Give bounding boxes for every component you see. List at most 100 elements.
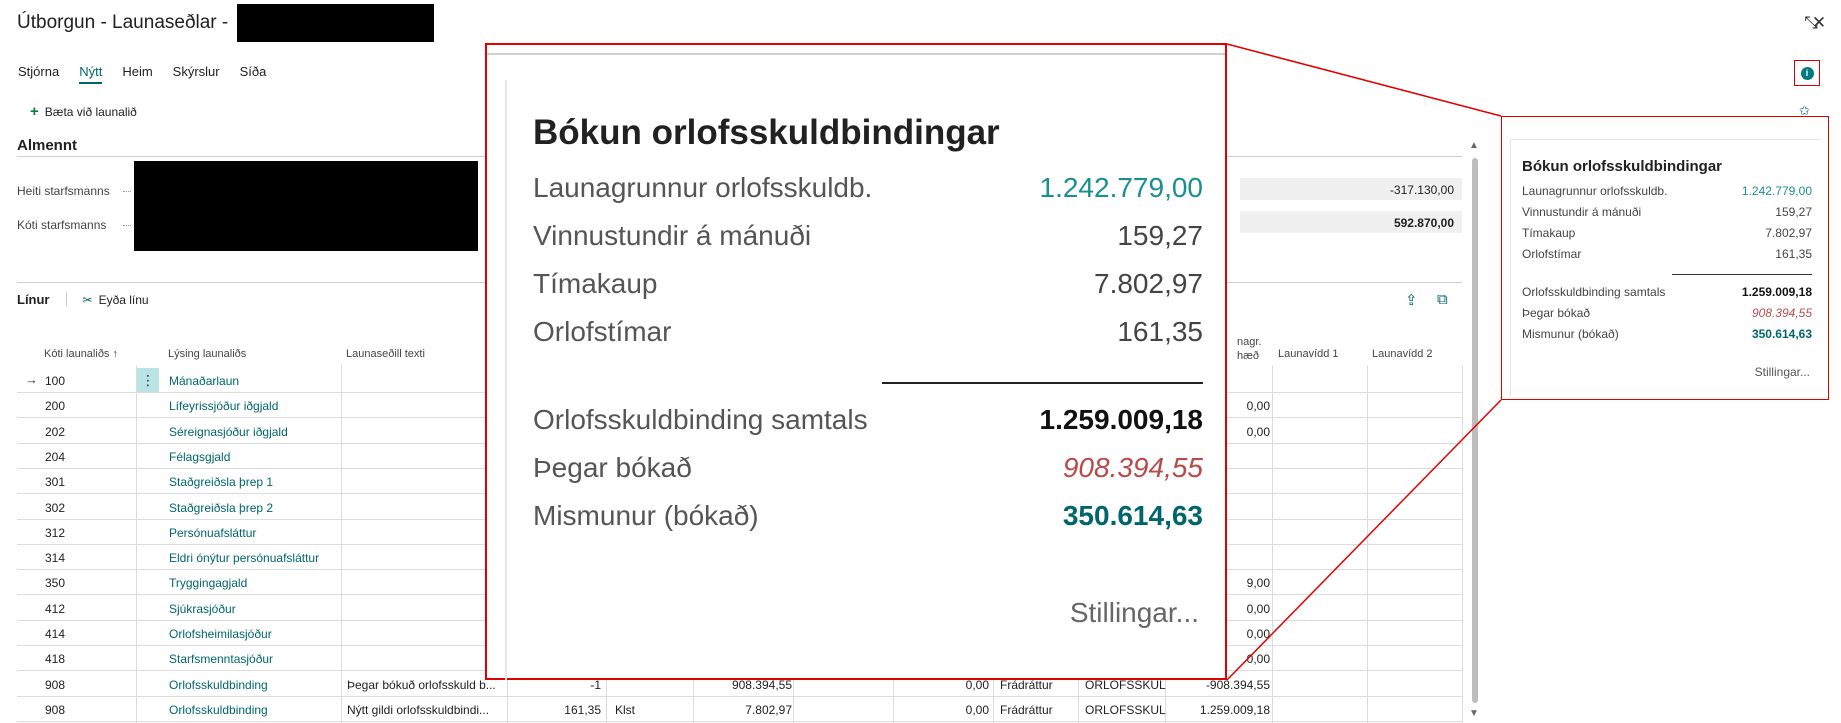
cell-code: 200 [45, 399, 66, 414]
fb-row-hours: Vinnustundir á mánuði 159,27 [1522, 205, 1812, 219]
delete-line-button[interactable]: ✂ Eyða línu [83, 293, 149, 307]
cell-c7: ORLOFSSKUL [1085, 702, 1166, 717]
factbox-card [1510, 139, 1820, 397]
cell-code: 302 [45, 500, 66, 515]
delete-row-icon: ✂ [82, 292, 93, 307]
delete-line-label: Eyða línu [98, 292, 149, 307]
amount-field-1: -317.130,00 [1240, 178, 1462, 200]
add-line-label: Bæta við launalið [44, 104, 137, 119]
zoom-callout: Bókun orlofsskuldbindingar Launagrunnur … [485, 43, 1227, 680]
fb-row-leave-hours: Orlofstímar 161,35 [1522, 247, 1812, 261]
zoom-row-leave-hours: Orlofstímar 161,35 [533, 316, 1203, 347]
redacted-fields [134, 161, 478, 251]
cell-code: 314 [45, 551, 66, 566]
info-icon: i [1800, 66, 1814, 80]
cell-c3: 7.802,97 [745, 702, 792, 717]
plus-icon: + [30, 103, 39, 120]
col-header-code[interactable]: Kóti launaliðs ↑ [44, 348, 118, 360]
zoom-row-base: Launagrunnur orlofsskuldb. 1.242.779,00 [533, 172, 1203, 203]
cell-desc[interactable]: Séreignasjóður iðgjald [169, 425, 354, 439]
field-leader [123, 225, 131, 226]
fb-row-base: Launagrunnur orlofsskuldb. 1.242.779,00 [1522, 184, 1812, 198]
add-line-button[interactable]: + Bæta við launalið [30, 103, 137, 120]
scroll-down-icon[interactable]: ▼ [1469, 708, 1479, 719]
cell-code: 204 [45, 449, 66, 464]
cell-c2: Klst [615, 702, 636, 717]
zoom-row-difference: Mismunur (bókað) 350.614,63 [533, 500, 1203, 531]
current-row-arrow-icon: → [25, 372, 38, 387]
cell-code: 414 [45, 627, 66, 641]
zoom-row-posted: Þegar bókað 908.394,55 [533, 452, 1203, 483]
expand-icon[interactable]: ⧉ [1437, 291, 1448, 308]
menu-item-nytt[interactable]: Nýtt [79, 64, 103, 84]
col-header-amount[interactable]: hæð [1237, 350, 1259, 362]
menu-item-sida[interactable]: Síða [240, 64, 267, 84]
cell-text: Nýtt gildi orlofsskuldbindi... [347, 702, 490, 717]
factbox-title: Bókun orlofsskuldbindingar [1522, 158, 1723, 175]
lines-title: Línur [17, 292, 67, 307]
fb-row-total: Orlofsskuldbinding samtals 1.259.009,18 [1522, 285, 1812, 299]
grid-line [1462, 365, 1463, 723]
cell-c8: 1.259.009,18 [1199, 702, 1270, 717]
callout-edge [487, 53, 1225, 55]
callout-edge [505, 80, 507, 680]
menu-item-stjorna[interactable]: Stjórna [18, 64, 59, 84]
vertical-scrollbar[interactable] [1472, 158, 1478, 703]
amount-field-2: 592.870,00 [1240, 211, 1462, 233]
zoom-row-total: Orlofsskuldbinding samtals 1.259.009,18 [533, 404, 1203, 435]
employee-name-label: Heiti starfsmanns [17, 184, 110, 198]
employee-code-label: Kóti starfsmanns [17, 218, 107, 232]
cell-desc[interactable]: Lífeyrissjóður iðgjald [169, 399, 354, 413]
cell-code: 412 [45, 601, 66, 616]
share-icon[interactable]: ⇪ [1405, 291, 1418, 309]
cell-desc[interactable]: Orlofsskuldbinding [169, 703, 354, 717]
cell-desc[interactable]: Sjúkrasjóður [169, 602, 354, 616]
cell-code: 908 [45, 677, 66, 692]
lines-toolbar: Línur ✂ Eyða línu [17, 292, 149, 307]
zoom-title: Bókun orlofsskuldbindingar [533, 113, 1000, 152]
zoom-row-rate: Tímakaup 7.802,97 [533, 268, 1203, 299]
cell-desc[interactable]: Staðgreiðsla þrep 1 [169, 475, 354, 489]
menu-item-skyrslur[interactable]: Skýrslur [173, 64, 220, 84]
cell-code: 908 [45, 702, 66, 717]
factbox-settings-link[interactable]: Stillingar... [1755, 365, 1810, 379]
scroll-up-icon[interactable]: ▲ [1469, 140, 1479, 151]
cell-desc[interactable]: Staðgreiðsla þrep 2 [169, 501, 354, 515]
cell-code: 301 [45, 475, 66, 490]
title-bar: Útborgun - Launaseðlar - ⤡ [0, 0, 1841, 48]
col-header-payslip-text[interactable]: Launaseðill texti [346, 348, 425, 360]
fb-value-base[interactable]: 1.242.779,00 [1742, 184, 1812, 198]
cell-c6: Frádráttur [1000, 702, 1053, 717]
cell-desc[interactable]: Eldri ónýtur persónuafsláttur [169, 551, 354, 565]
page-title: Útborgun - Launaseðlar - [17, 12, 229, 33]
fb-row-difference: Mismunur (bókað) 350.614,63 [1522, 327, 1812, 341]
cell-code: 350 [45, 576, 66, 591]
cell-code: 418 [45, 652, 66, 667]
cell-desc[interactable]: Mánaðarlaun [169, 374, 354, 388]
zoom-row-hours: Vinnustundir á mánuði 159,27 [533, 220, 1203, 251]
field-leader [123, 191, 131, 192]
factbox-rule [1672, 274, 1812, 275]
factbox-panel: Bókun orlofsskuldbindingar Launagrunnur … [1501, 116, 1829, 400]
cell-desc[interactable]: Starfsmenntasjóður [169, 652, 354, 666]
col-header-base[interactable]: nagr. [1237, 336, 1261, 348]
cell-desc[interactable]: Orlofsheimilasjóður [169, 627, 354, 641]
zoom-settings-link: Stillingar... [1069, 597, 1199, 628]
row-actions-icon[interactable]: ⋮ [137, 368, 159, 392]
cell-desc[interactable]: Félagsgjald [169, 450, 354, 464]
col-header-dim1[interactable]: Launavídd 1 [1278, 348, 1339, 360]
menu-bar: Stjórna Nýtt Heim Skýrslur Síða [18, 64, 286, 84]
col-header-description[interactable]: Lýsing launaliðs [168, 348, 246, 360]
fb-row-posted: Þegar bókað 908.394,55 [1522, 306, 1812, 320]
cell-c1: 161,35 [564, 702, 601, 717]
cell-desc[interactable]: Persónuafsláttur [169, 526, 354, 540]
cell-desc[interactable]: Tryggingagjald [169, 576, 354, 590]
col-header-dim2[interactable]: Launavídd 2 [1372, 348, 1433, 360]
cell-desc[interactable]: Orlofsskuldbinding [169, 678, 354, 692]
cell-code: 312 [45, 525, 66, 540]
menu-item-heim[interactable]: Heim [122, 64, 152, 84]
table-row[interactable]: 908 Orlofsskuldbinding Nýtt gildi orlofssk… [17, 697, 1462, 722]
cell-code: 202 [45, 424, 66, 439]
factbox-info-button[interactable]: i [1794, 60, 1820, 86]
close-icon[interactable]: ✕ [1808, 12, 1830, 34]
